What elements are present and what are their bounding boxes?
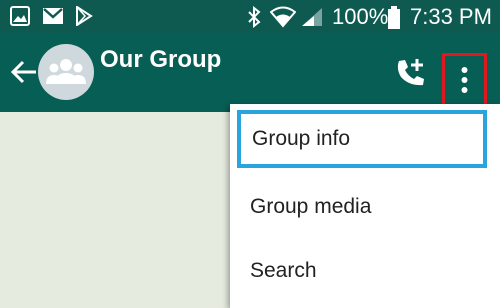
menu-item-search[interactable]: Search (230, 240, 500, 302)
bluetooth-icon (247, 5, 261, 33)
more-options-icon (457, 66, 472, 99)
back-arrow-icon[interactable] (10, 59, 38, 90)
group-avatar-icon (46, 59, 86, 84)
gmail-icon (42, 6, 64, 31)
group-avatar[interactable] (38, 44, 94, 100)
signal-icon (300, 6, 324, 33)
group-title[interactable]: Our Group (100, 45, 221, 75)
app-bar: Our Group (0, 33, 500, 112)
wifi-icon (269, 6, 297, 33)
gallery-icon (10, 6, 30, 31)
status-bar: 100% 7:33 PM (0, 0, 500, 33)
more-options-button[interactable] (442, 53, 487, 108)
battery-level: 100% (332, 4, 389, 29)
add-call-icon[interactable] (395, 57, 427, 92)
overflow-menu: Group info Group media Search (230, 104, 500, 308)
menu-item-group-info[interactable]: Group info (237, 110, 487, 168)
menu-item-group-media[interactable]: Group media (230, 176, 500, 238)
battery-icon (387, 6, 401, 35)
clock: 7:33 PM (410, 4, 492, 29)
play-store-icon (75, 5, 93, 31)
